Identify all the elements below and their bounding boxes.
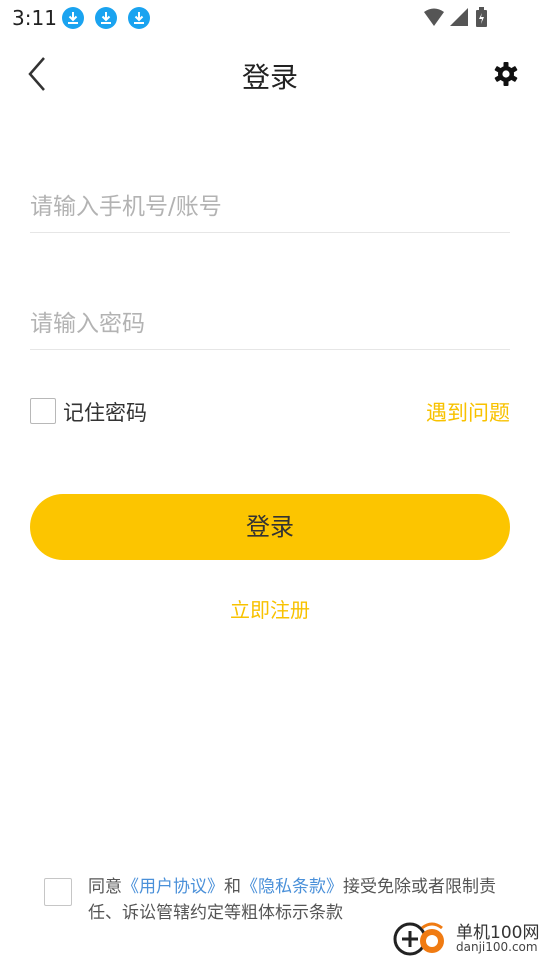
watermark: 单机100网 danji100.com	[388, 916, 540, 960]
page-title: 登录	[241, 61, 298, 94]
settings-button[interactable]	[492, 60, 520, 88]
agreement-and: 和	[224, 877, 241, 897]
agreement-checkbox[interactable]	[44, 878, 72, 906]
wifi-icon	[424, 8, 444, 26]
remember-label[interactable]: 记住密码	[63, 397, 147, 427]
login-button[interactable]: 登录	[30, 494, 510, 560]
agreement-prefix: 同意	[88, 877, 122, 897]
watermark-logo-icon	[393, 922, 444, 956]
gear-icon	[494, 62, 518, 86]
account-field	[30, 182, 510, 233]
remember-row: 记住密码 遇到问题	[30, 396, 510, 428]
remember-checkbox[interactable]	[30, 398, 56, 424]
download-icon	[128, 7, 150, 29]
download-icon	[95, 7, 117, 29]
system-indicators	[422, 7, 502, 33]
account-input[interactable]	[30, 182, 510, 232]
user-agreement-link[interactable]: 《用户协议》	[122, 877, 224, 897]
status-time: 3:11	[12, 6, 57, 30]
problem-link[interactable]: 遇到问题	[426, 397, 510, 427]
download-icon	[62, 7, 84, 29]
register-link[interactable]: 立即注册	[0, 594, 540, 623]
watermark-domain: danji100.com	[456, 940, 538, 954]
battery-icon	[476, 7, 487, 27]
password-field	[30, 299, 510, 350]
privacy-policy-link[interactable]: 《隐私条款》	[241, 877, 343, 897]
signal-icon	[450, 8, 468, 26]
status-bar: 3:11	[0, 0, 540, 36]
header: 登录	[0, 44, 540, 104]
password-input[interactable]	[30, 299, 510, 349]
